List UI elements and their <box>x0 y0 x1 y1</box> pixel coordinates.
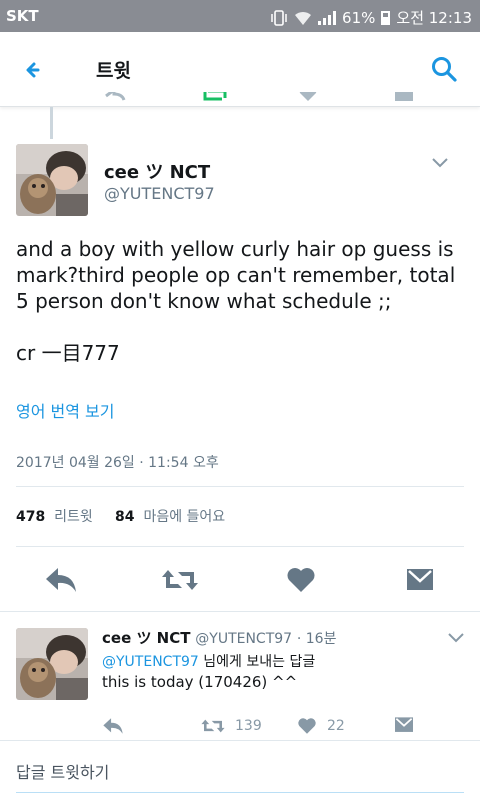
reply-icon[interactable] <box>104 92 126 102</box>
battery-percent: 61% <box>342 8 376 27</box>
page-title: 트윗 <box>96 60 131 82</box>
reply-icon[interactable] <box>102 717 124 735</box>
tweet-timestamp: 2017년 04월 26일 · 11:54 오후 <box>16 455 219 471</box>
retweet-count: 478 <box>16 509 46 525</box>
divider <box>0 740 480 741</box>
compose-underline <box>16 792 464 793</box>
clock: 오전 12:13 <box>396 9 472 27</box>
reply-to: @YUTENCT97 님에게 보내는 답글 <box>102 651 315 671</box>
tweet-actions <box>0 560 480 600</box>
reply-text: this is today (170426) ^^ <box>102 673 298 691</box>
message-icon[interactable] <box>394 92 414 102</box>
mention-link[interactable]: @YUTENCT97 <box>102 654 199 670</box>
carrier-label: SKT <box>6 7 39 25</box>
direct-message-icon[interactable] <box>406 567 434 593</box>
search-icon[interactable] <box>430 55 458 83</box>
back-arrow-icon[interactable] <box>20 58 44 82</box>
avatar-photo <box>16 628 88 700</box>
user-handle[interactable]: @YUTENCT97 <box>195 631 292 647</box>
battery-icon <box>381 10 391 25</box>
reply-time: · 16분 <box>296 631 337 647</box>
display-name[interactable]: cee ツ NCT <box>102 629 190 647</box>
status-icons: 61% 오전 12:13 <box>270 7 472 28</box>
heart-icon[interactable] <box>298 92 318 102</box>
avatar[interactable] <box>16 628 88 700</box>
like-stat[interactable]: 84 마음에 들어요 <box>115 509 225 525</box>
reply-actions: 139 22 <box>0 713 480 739</box>
like-label: 마음에 들어요 <box>143 509 226 525</box>
wifi-icon <box>295 11 312 25</box>
heart-icon[interactable] <box>286 566 316 594</box>
retweet-stat[interactable]: 478 리트윗 <box>16 509 93 525</box>
avatar[interactable] <box>16 144 88 216</box>
tweet-stats: 478 리트윗 84 마음에 들어요 <box>16 506 225 526</box>
signal-icon <box>318 10 337 25</box>
status-bar: SKT 61% 오전 12:13 <box>0 0 480 32</box>
translate-link[interactable]: 영어 번역 보기 <box>16 398 115 422</box>
reply-icon[interactable] <box>44 566 78 594</box>
avatar-photo <box>16 144 88 216</box>
retweet-label: 리트윗 <box>54 509 93 525</box>
retweet-icon[interactable] <box>160 566 200 594</box>
like-count: 22 <box>327 718 345 734</box>
reply-compose-input[interactable]: 답글 트윗하기 <box>16 759 109 783</box>
chevron-down-icon[interactable] <box>430 156 450 170</box>
reply-to-label: 님에게 보내는 답글 <box>203 654 316 670</box>
heart-icon[interactable] <box>297 717 317 735</box>
reply-tweet[interactable]: cee ツ NCT @YUTENCT97 · 16분 @YUTENCT97 님에… <box>0 613 480 743</box>
retweet-count: 139 <box>235 718 262 734</box>
display-name[interactable]: cee ツ NCT <box>104 158 210 184</box>
direct-message-icon[interactable] <box>394 716 414 734</box>
divider <box>16 546 464 547</box>
divider <box>16 486 464 487</box>
tweet-text: and a boy with yellow curly hair op gues… <box>16 237 456 365</box>
divider <box>0 611 480 612</box>
retweet-icon[interactable] <box>200 717 226 735</box>
reply-header: cee ツ NCT @YUTENCT97 · 16분 <box>102 627 336 648</box>
thread-connector <box>50 107 53 139</box>
previous-tweet-actions <box>0 92 480 106</box>
chevron-down-icon[interactable] <box>446 631 466 645</box>
like-count: 84 <box>115 509 135 525</box>
retweet-icon[interactable] <box>202 92 228 102</box>
user-handle[interactable]: @YUTENCT97 <box>104 184 215 203</box>
vibrate-icon <box>271 9 287 26</box>
